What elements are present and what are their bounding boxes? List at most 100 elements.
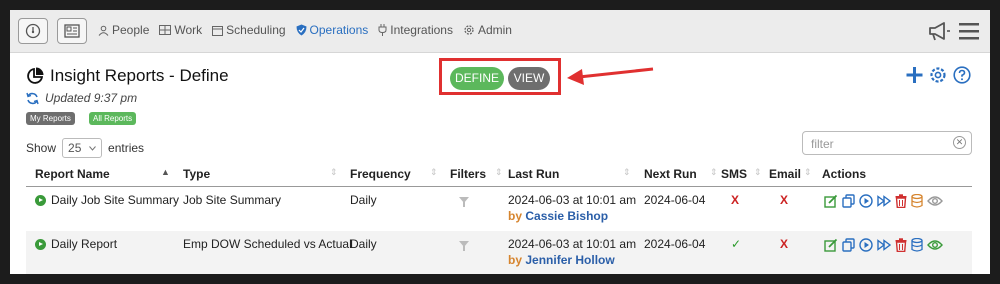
row-actions [824, 194, 943, 208]
nav-item-work[interactable]: Work [159, 23, 202, 37]
person-icon [98, 25, 109, 36]
email-status: X [780, 237, 789, 251]
trash-icon[interactable] [895, 194, 907, 208]
sort-icon[interactable]: ⇕ [710, 167, 718, 178]
sort-icon[interactable]: ⇕ [495, 167, 503, 178]
report-type: Emp DOW Scheduled vs Actual [183, 237, 352, 251]
annotation-arrow [567, 67, 654, 85]
col-type[interactable]: Type [183, 167, 210, 181]
report-name[interactable]: Daily Job Site Summary [51, 193, 179, 207]
col-frequency[interactable]: Frequency [350, 167, 411, 181]
eye-icon[interactable] [927, 239, 943, 251]
edit-icon[interactable] [824, 238, 838, 252]
database-icon[interactable] [911, 194, 923, 208]
sort-asc-icon[interactable]: ▲ [161, 167, 170, 177]
col-next-run[interactable]: Next Run [644, 167, 697, 181]
top-navbar: People Work Scheduling Operations Integr… [10, 10, 990, 53]
col-filters[interactable]: Filters [450, 167, 486, 181]
report-name[interactable]: Daily Report [51, 237, 117, 251]
sms-status: ✓ [731, 237, 742, 251]
settings-icon[interactable] [929, 66, 947, 84]
help-icon[interactable] [953, 66, 971, 84]
next-run: 2024-06-04 [644, 237, 706, 251]
by-user[interactable]: Jennifer Hollow [525, 253, 614, 267]
page-title: Insight Reports - Define [50, 66, 229, 85]
header-actions [906, 66, 971, 84]
tag-my-reports[interactable]: My Reports [26, 112, 75, 125]
next-run: 2024-06-04 [644, 193, 706, 207]
sort-icon[interactable]: ⇕ [623, 167, 631, 178]
entries-select[interactable]: 25 [62, 138, 103, 158]
nav-item-scheduling[interactable]: Scheduling [212, 23, 286, 37]
by-prefix: by [508, 253, 523, 267]
plug-icon [378, 24, 387, 36]
refresh-icon[interactable] [26, 92, 39, 105]
view-button[interactable]: VIEW [508, 67, 550, 90]
trash-icon[interactable] [895, 238, 907, 252]
news-button[interactable] [57, 18, 87, 44]
updated-status: Updated 9:37 pm [26, 91, 137, 105]
col-last-run[interactable]: Last Run [508, 167, 559, 181]
clear-filter-icon[interactable]: ✕ [953, 136, 966, 149]
col-email[interactable]: Email [769, 167, 801, 181]
define-button[interactable]: DEFINE [450, 67, 504, 90]
by-user[interactable]: Cassie Bishop [525, 209, 608, 223]
run-status-icon [35, 239, 46, 250]
last-run-by: by Jennifer Hollow [508, 253, 615, 267]
menu-icon[interactable] [959, 22, 979, 40]
pie-chart-icon [27, 67, 44, 84]
sort-icon[interactable]: ⇕ [430, 167, 438, 178]
sort-icon[interactable]: ⇕ [330, 167, 338, 178]
chevron-down-icon [89, 145, 96, 151]
nav-item-operations[interactable]: Operations [296, 23, 368, 37]
entries-value: 25 [68, 141, 82, 155]
header-divider [26, 186, 972, 187]
nav-item-people[interactable]: People [98, 23, 149, 37]
email-status: X [780, 193, 789, 207]
sort-icon[interactable]: ⇕ [754, 167, 762, 178]
app-frame: People Work Scheduling Operations Integr… [10, 10, 990, 274]
entries-label: entries [108, 141, 145, 155]
last-run-by: by Cassie Bishop [508, 209, 608, 223]
eye-icon[interactable] [927, 195, 943, 207]
report-type: Job Site Summary [183, 193, 282, 207]
nav-item-label: Integrations [390, 23, 453, 37]
run-status-icon [35, 195, 46, 206]
show-label: Show [26, 141, 57, 155]
report-frequency: Daily [350, 237, 377, 251]
grid-icon [159, 25, 172, 35]
gear-icon [464, 25, 474, 35]
edit-icon[interactable] [824, 194, 838, 208]
report-frequency: Daily [350, 193, 377, 207]
play-icon[interactable] [859, 194, 873, 208]
last-run: 2024-06-03 at 10:01 am [508, 237, 637, 251]
nav-item-integrations[interactable]: Integrations [378, 23, 453, 37]
copy-icon[interactable] [842, 194, 855, 208]
newspaper-icon [64, 24, 80, 38]
page-header: Insight Reports - Define [26, 66, 229, 86]
col-sms[interactable]: SMS [721, 167, 747, 181]
row-actions [824, 238, 943, 252]
filter-input[interactable] [809, 133, 953, 155]
add-icon[interactable] [906, 66, 923, 84]
col-report-name[interactable]: Report Name [35, 167, 110, 181]
database-icon[interactable] [911, 238, 923, 252]
copy-icon[interactable] [842, 238, 855, 252]
tag-all-reports[interactable]: All Reports [89, 112, 137, 125]
fast-forward-icon[interactable] [877, 194, 891, 208]
shield-icon [296, 24, 307, 36]
nav-item-label: Scheduling [226, 23, 286, 37]
megaphone-icon[interactable] [927, 21, 951, 41]
dashboard-icon [25, 23, 41, 39]
nav-item-admin[interactable]: Admin [463, 23, 512, 37]
dashboard-button[interactable] [18, 18, 48, 44]
sms-status: X [731, 193, 740, 207]
page-length-control: Show 25 entries [26, 138, 144, 158]
filter-icon [459, 241, 469, 251]
last-run: 2024-06-03 at 10:01 am [508, 193, 637, 207]
sort-icon[interactable]: ⇕ [804, 167, 812, 178]
play-icon[interactable] [859, 238, 873, 252]
fast-forward-icon[interactable] [877, 238, 891, 252]
nav-item-label: Work [174, 23, 203, 37]
filter-icon [459, 197, 469, 207]
